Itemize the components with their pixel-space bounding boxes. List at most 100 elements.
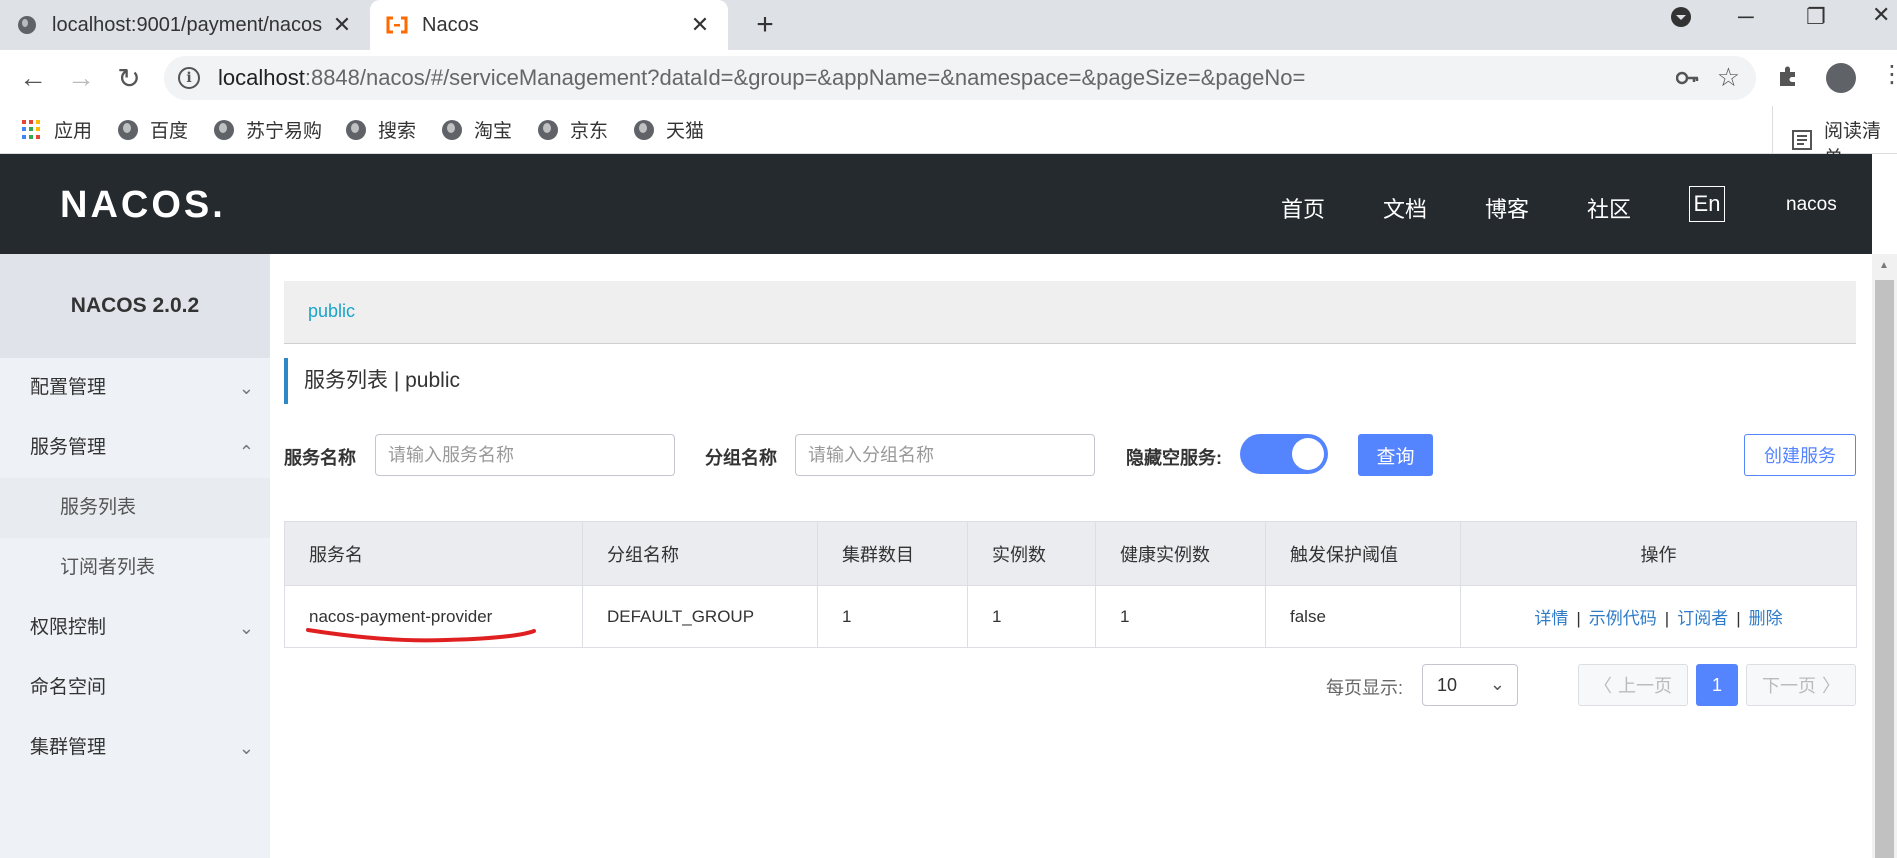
key-icon[interactable] — [1675, 68, 1700, 93]
create-service-button[interactable]: 创建服务 — [1744, 434, 1856, 476]
bookmark-label: 京东 — [570, 121, 609, 142]
url-text[interactable]: localhost:8848/nacos/#/serviceManagement… — [218, 65, 1305, 91]
hide-empty-label: 隐藏空服务: — [1126, 448, 1222, 468]
group-name-input[interactable] — [795, 434, 1095, 476]
user-menu[interactable]: nacos — [1786, 194, 1837, 216]
subscribers-link[interactable]: 订阅者 — [1677, 609, 1728, 628]
sidebar-item-cluster-management[interactable]: 集群管理 ⌄ — [0, 718, 270, 778]
delete-link[interactable]: 删除 — [1749, 609, 1783, 628]
cell-operations: 详情 | 示例代码 | 订阅者 | 删除 — [1460, 585, 1857, 648]
globe-icon — [346, 119, 366, 140]
globe-icon — [538, 119, 558, 140]
bookmark-jd[interactable]: 京东 — [538, 116, 608, 143]
sidebar-item-service-management[interactable]: 服务管理 ⌃ — [0, 418, 270, 478]
nav-community[interactable]: 社区 — [1587, 192, 1631, 224]
prev-page-button[interactable]: 〈上一页 — [1578, 664, 1688, 706]
cell-healthy-count: 1 — [1095, 585, 1266, 648]
profile-avatar[interactable] — [1826, 63, 1856, 93]
bookmark-suning[interactable]: 苏宁易购 — [214, 116, 322, 143]
op-separator: | — [1664, 609, 1670, 628]
chevron-down-icon: ⌄ — [238, 738, 254, 758]
col-header-healthy-count: 健康实例数 — [1095, 521, 1266, 586]
chevron-left-icon: 〈 — [1594, 676, 1612, 696]
reading-list-icon — [1792, 130, 1812, 156]
forward-icon[interactable]: → — [64, 62, 98, 94]
browser-tab-nacos[interactable]: Nacos ✕ — [370, 0, 728, 50]
tab-close-icon[interactable]: ✕ — [330, 12, 354, 38]
service-name-label: 服务名称 — [284, 448, 356, 468]
bookmark-taobao[interactable]: 淘宝 — [442, 116, 512, 143]
back-icon[interactable]: ← — [16, 62, 50, 94]
restore-icon[interactable]: ❐ — [1806, 4, 1826, 30]
minimize-icon[interactable]: ─ — [1738, 4, 1754, 30]
sidebar-item-subscriber-list[interactable]: 订阅者列表 — [0, 538, 270, 598]
sidebar-title: NACOS 2.0.2 — [0, 254, 270, 358]
sidebar-item-service-list[interactable]: 服务列表 — [0, 478, 270, 538]
cell-protect-threshold: false — [1265, 585, 1461, 648]
chevron-down-icon: ⌄ — [1489, 674, 1505, 694]
scroll-up-icon[interactable]: ▲ — [1879, 260, 1889, 271]
browser-tab-payment[interactable]: localhost:9001/payment/nacos ✕ — [0, 0, 370, 50]
page-scrollbar[interactable]: ▲ — [1872, 254, 1897, 858]
browser-tab-strip: localhost:9001/payment/nacos ✕ Nacos ✕ +… — [0, 0, 1897, 50]
extensions-icon[interactable] — [1776, 64, 1800, 95]
tab-title: Nacos — [422, 13, 479, 36]
nacos-favicon-icon — [386, 14, 408, 36]
nav-home[interactable]: 首页 — [1281, 192, 1325, 224]
tab-search-icon[interactable] — [1670, 6, 1692, 34]
language-toggle-button[interactable]: En — [1689, 186, 1725, 222]
service-name-input[interactable] — [375, 434, 675, 476]
sidebar-item-label: 订阅者列表 — [60, 557, 156, 578]
col-header-protect-threshold: 触发保护阈值 — [1265, 521, 1461, 586]
namespace-bar: public — [284, 281, 1856, 344]
red-underline-annotation — [306, 628, 536, 643]
bookmarks-divider — [1772, 106, 1773, 154]
cell-cluster-count: 1 — [817, 585, 968, 648]
hide-empty-toggle[interactable] — [1240, 434, 1328, 474]
group-name-label: 分组名称 — [705, 448, 777, 468]
menu-icon[interactable]: ⋮ — [1880, 60, 1897, 89]
page-size-value: 10 — [1437, 674, 1458, 695]
address-bar[interactable]: i localhost:8848/nacos/#/serviceManageme… — [164, 56, 1756, 100]
tab-close-icon[interactable]: ✕ — [688, 12, 712, 38]
op-separator: | — [1576, 609, 1581, 628]
col-header-service-name: 服务名 — [284, 521, 583, 586]
nav-blog[interactable]: 博客 — [1485, 192, 1529, 224]
page-number-current[interactable]: 1 — [1696, 664, 1738, 706]
close-window-icon[interactable]: ✕ — [1872, 2, 1890, 28]
globe-icon — [16, 14, 38, 36]
sidebar-item-config-management[interactable]: 配置管理 ⌄ — [0, 358, 270, 418]
new-tab-button[interactable]: + — [748, 8, 782, 42]
col-header-operations: 操作 — [1460, 521, 1857, 586]
bookmark-star-icon[interactable]: ☆ — [1717, 62, 1740, 93]
next-page-button[interactable]: 下一页〉 — [1746, 664, 1856, 706]
bookmarks-bar: 应用 百度 苏宁易购 搜索 淘宝 京东 天猫 阅读清单 — [0, 106, 1897, 169]
bookmark-tmall[interactable]: 天猫 — [634, 116, 704, 143]
query-button[interactable]: 查询 — [1358, 434, 1433, 476]
sample-code-link[interactable]: 示例代码 — [1589, 609, 1657, 628]
globe-icon — [442, 119, 462, 140]
chevron-down-icon: ⌄ — [238, 618, 254, 638]
sidebar: NACOS 2.0.2 配置管理 ⌄ 服务管理 ⌃ 服务列表 订阅者列表 权限控… — [0, 254, 270, 858]
site-info-icon[interactable]: i — [178, 67, 200, 89]
nav-docs[interactable]: 文档 — [1383, 192, 1427, 224]
cell-instance-count: 1 — [967, 585, 1096, 648]
nacos-logo[interactable]: NACOS. — [60, 184, 226, 227]
globe-icon — [118, 119, 138, 140]
details-link[interactable]: 详情 — [1534, 609, 1568, 628]
bookmark-baidu[interactable]: 百度 — [118, 116, 188, 143]
page-title: 服务列表 | public — [284, 358, 684, 404]
page-size-select[interactable]: 10 ⌄ — [1422, 664, 1518, 706]
chevron-up-icon: ⌃ — [238, 442, 254, 462]
sidebar-item-label: 服务管理 — [30, 437, 107, 458]
bookmark-search[interactable]: 搜索 — [346, 116, 416, 143]
scrollbar-thumb[interactable] — [1875, 280, 1894, 858]
address-toolbar: ← → ↻ i localhost:8848/nacos/#/serviceMa… — [0, 50, 1897, 106]
namespace-public-link[interactable]: public — [308, 301, 355, 322]
toggle-knob — [1292, 438, 1324, 470]
reload-icon[interactable]: ↻ — [112, 62, 146, 95]
bookmark-apps[interactable]: 应用 — [22, 116, 92, 143]
sidebar-item-namespace[interactable]: 命名空间 — [0, 658, 270, 718]
sidebar-item-access-control[interactable]: 权限控制 ⌄ — [0, 598, 270, 658]
cell-group-name: DEFAULT_GROUP — [582, 585, 818, 648]
